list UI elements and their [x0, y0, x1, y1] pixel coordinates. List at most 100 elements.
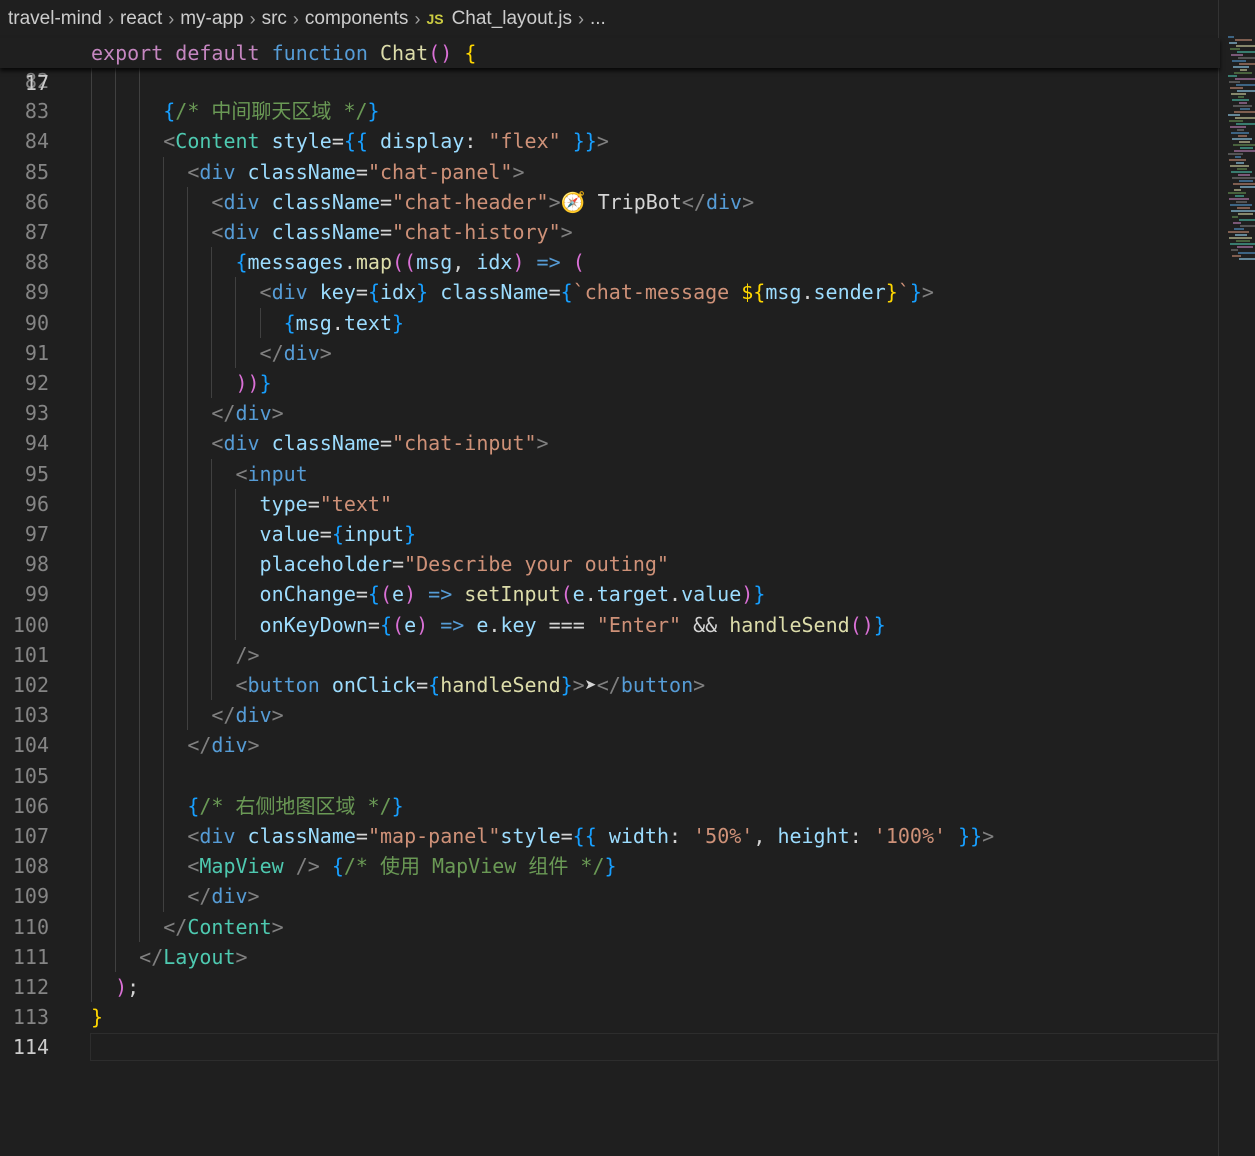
code-text: ); [115, 972, 139, 1002]
line-number: 113 [12, 1005, 49, 1030]
minimap-line [1237, 246, 1253, 248]
sticky-line[interactable]: 17 export default function Chat() { [0, 38, 1220, 95]
code-line[interactable]: 108 <MapView /> {/* 使用 MapView 组件 */} [0, 851, 1220, 881]
breadcrumb-more[interactable]: ... [590, 8, 606, 30]
breadcrumb-item[interactable]: src [262, 8, 287, 30]
code-token: )) [235, 371, 260, 395]
code-token: > [319, 340, 332, 365]
code-token: div [235, 401, 272, 426]
code-token: = [379, 189, 393, 214]
minimap-line [1234, 72, 1252, 74]
code-token: { [379, 612, 393, 637]
code-line[interactable]: 111 </Layout> [0, 942, 1220, 972]
code-token: = [367, 612, 380, 637]
code-line[interactable]: 103 </div> [0, 700, 1220, 730]
code-line[interactable]: 86 <div className="chat-header">🧭 TripBot… [0, 187, 1220, 217]
minimap-line [1240, 108, 1250, 110]
code-token: /* 中间聊天区域 */ [175, 99, 368, 124]
minimap-line [1235, 39, 1252, 41]
code-token: { [235, 250, 248, 275]
minimap-line [1228, 114, 1240, 116]
code-token: ${ [741, 280, 766, 305]
code-line[interactable]: 89 <div key={idx} className={`chat-messag… [0, 277, 1220, 307]
minimap-line [1237, 51, 1255, 53]
code-line[interactable]: 99 onChange={(e) => setInput(e.target.val… [0, 579, 1220, 609]
code-text: <div className="map-panel"style={{ width… [187, 821, 994, 851]
minimap-line [1235, 195, 1244, 197]
code-line[interactable]: 104 </div> [0, 730, 1220, 760]
code-token: { [560, 280, 573, 305]
code-line[interactable]: 102 <button onClick={handleSend}>➤</butto… [0, 670, 1220, 700]
code-line[interactable]: 113} [0, 1002, 1220, 1032]
indent-guide [235, 277, 237, 368]
vertical-scrollbar[interactable] [1218, 0, 1219, 1156]
code-line[interactable]: 114 [0, 1032, 1220, 1062]
code-line[interactable]: 83 {/* 中间聊天区域 */} [0, 96, 1220, 126]
line-number: 93 [24, 401, 49, 426]
code-token: > [742, 189, 755, 214]
code-token: ( [560, 582, 573, 607]
breadcrumb-item[interactable]: react [120, 8, 162, 30]
minimap-line [1229, 159, 1246, 161]
code-text: <button onClick={handleSend}>➤</button> [235, 670, 705, 700]
line-number: 107 [12, 824, 49, 848]
sticky-scroll-header[interactable]: 17 export default function Chat() { [0, 38, 1220, 95]
code-line[interactable]: 88 {messages.map((msg, idx) => ( [0, 247, 1220, 277]
code-line[interactable]: 105 [0, 761, 1220, 791]
code-token: "chat-history" [392, 220, 561, 244]
minimap-line [1238, 135, 1247, 137]
breadcrumb-item[interactable]: my-app [180, 8, 243, 30]
code-text: } [91, 1002, 103, 1032]
code-line[interactable]: 100 onKeyDown={(e) => e.key === "Enter" &… [0, 610, 1220, 640]
code-token: === [548, 612, 585, 637]
code-editor[interactable]: 82 83 {/* 中间聊天区域 */} 84 <Content style={{ di… [0, 68, 1220, 1156]
minimap-line [1233, 105, 1252, 107]
code-token: } [560, 673, 573, 697]
code-token: . [801, 280, 814, 305]
code-line[interactable]: 109 </div> [0, 881, 1220, 911]
minimap-line [1229, 237, 1252, 239]
minimap-line [1238, 213, 1253, 215]
code-token: Chat [380, 41, 429, 65]
code-token: > [921, 280, 934, 305]
minimap-line [1239, 102, 1247, 104]
minimap-line [1231, 132, 1249, 134]
code-line[interactable]: 110 </Content> [0, 912, 1220, 942]
breadcrumb: travel-mind › react › my-app › src › components ›… [0, 0, 1220, 38]
code-line[interactable]: 85 <div className="chat-panel"> [0, 157, 1220, 187]
code-line[interactable]: 95 <input [0, 459, 1220, 489]
code-line[interactable]: 97 value={input} [0, 519, 1220, 549]
minimap[interactable] [1226, 36, 1255, 266]
breadcrumb-file[interactable]: Chat_layout.js [452, 8, 572, 30]
code-line[interactable]: 92))} [0, 368, 1220, 398]
line-number: 97 [24, 522, 49, 546]
code-line[interactable]: 101 /> [0, 640, 1220, 670]
code-line[interactable]: 87 <div className="chat-history"> [0, 217, 1220, 247]
line-number: 102 [12, 673, 49, 697]
code-token: ( [572, 250, 585, 275]
code-token: { [331, 522, 344, 546]
code-token: } [753, 582, 766, 607]
code-line[interactable]: 106 {/* 右侧地图区域 */} [0, 791, 1220, 821]
code-line[interactable]: 98 placeholder="Describe your outing" [0, 549, 1220, 579]
minimap-line [1232, 99, 1249, 101]
code-line[interactable]: 93 </div> [0, 398, 1220, 428]
code-line[interactable]: 91 </div> [0, 338, 1220, 368]
code-line[interactable]: 94 <div className="chat-input"> [0, 428, 1220, 458]
code-line[interactable]: 107 <div className="map-panel"style={{ wi… [0, 821, 1220, 851]
breadcrumb-item[interactable]: components [305, 8, 409, 30]
minimap-line [1239, 219, 1255, 221]
code-token: div [223, 220, 260, 244]
code-token: Content [187, 914, 272, 939]
code-line[interactable]: 84 <Content style={{ display: "flex" }}> [0, 126, 1220, 156]
code-line[interactable]: 90 {msg.text} [0, 308, 1220, 338]
minimap-line [1237, 168, 1247, 170]
breadcrumb-item[interactable]: travel-mind [8, 8, 102, 30]
code-line[interactable]: 96 type="text" [0, 489, 1220, 519]
code-line[interactable]: 112); [0, 972, 1220, 1002]
code-text: </div> [187, 730, 259, 760]
line-number: 92 [24, 371, 49, 395]
code-line[interactable]: 82 [0, 68, 1220, 96]
